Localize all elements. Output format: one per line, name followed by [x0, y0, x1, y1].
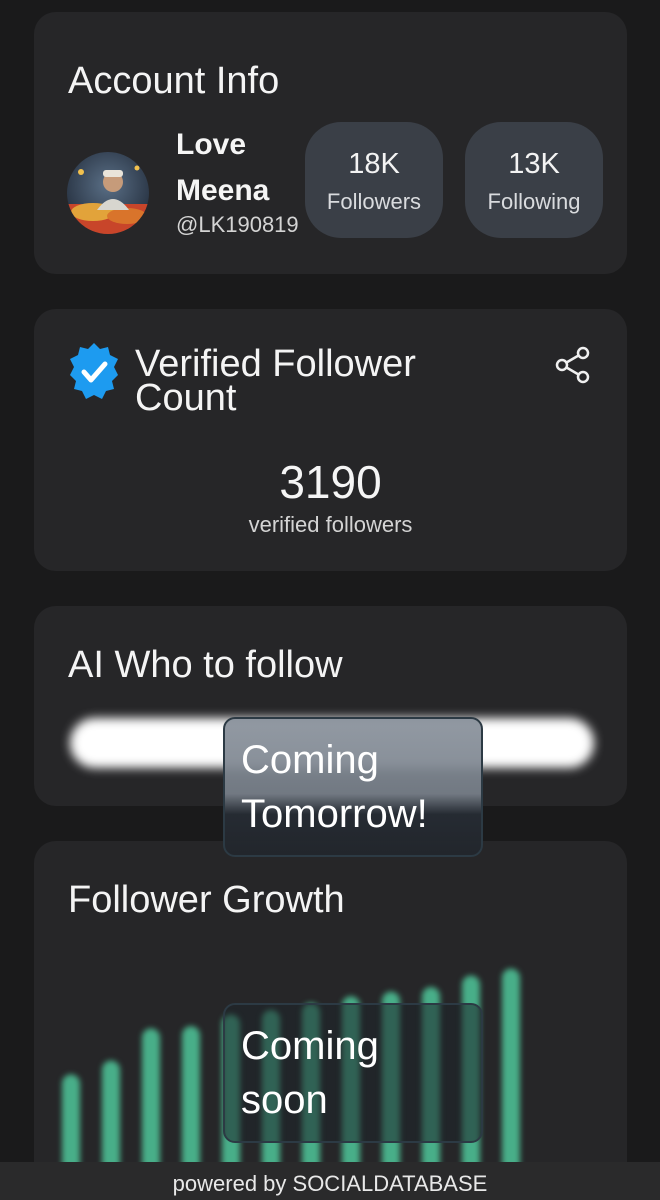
- share-icon[interactable]: [553, 345, 593, 385]
- followers-count: 18K: [348, 148, 400, 180]
- page: Account Info Love Meena @LK190819 18K Fo…: [0, 0, 660, 1200]
- account-info-card: Account Info Love Meena @LK190819 18K Fo…: [34, 12, 627, 274]
- followers-label: Followers: [326, 189, 422, 214]
- coming-soon-overlay: Coming soon: [223, 1003, 483, 1143]
- account-info-title: Account Info: [68, 60, 280, 102]
- verified-title: Verified Follower Count: [135, 343, 416, 419]
- following-stat[interactable]: 13K Following: [465, 122, 603, 238]
- coming-tomorrow-overlay: Coming Tomorrow!: [223, 717, 483, 857]
- verified-count: 3190: [279, 456, 382, 508]
- avatar[interactable]: [67, 152, 149, 234]
- user-name: Love Meena: [176, 128, 270, 207]
- following-count: 13K: [508, 148, 560, 180]
- verified-follower-card: Verified Follower Count 3190 verified fo…: [34, 309, 627, 571]
- followers-stat[interactable]: 18K Followers: [305, 122, 443, 238]
- ai-who-to-follow-title: AI Who to follow: [68, 644, 343, 686]
- verified-count-label: verified followers: [248, 512, 413, 537]
- user-handle: @LK190819: [176, 212, 299, 237]
- verified-badge-icon: [68, 339, 120, 407]
- powered-by-footer: powered by SOCIALDATABASE: [0, 1162, 660, 1200]
- following-label: Following: [487, 189, 581, 214]
